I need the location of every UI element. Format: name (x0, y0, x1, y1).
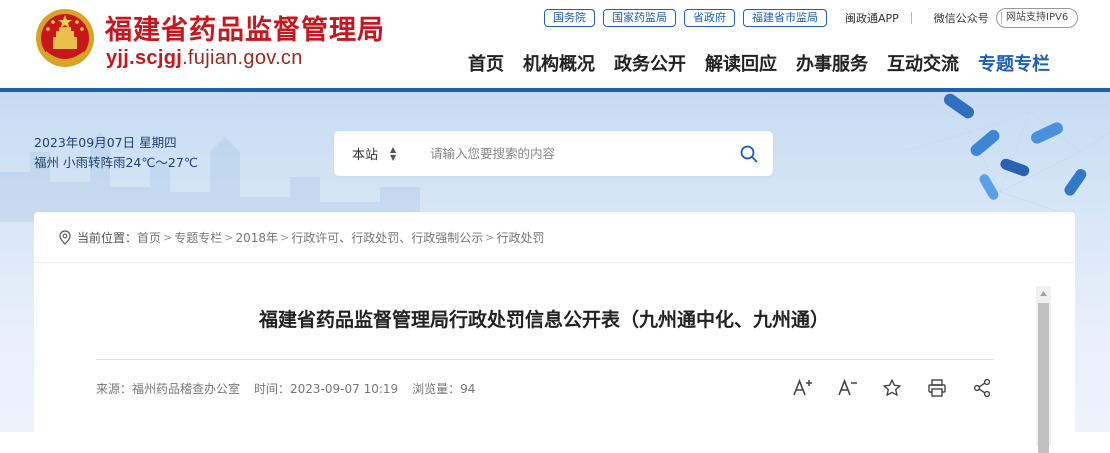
breadcrumb-separator: > (485, 231, 495, 244)
favorite-button[interactable] (882, 376, 927, 400)
search-bar: 本站 ▲ ▼ (334, 131, 773, 176)
app-label: 闽政通APP (845, 12, 899, 25)
location-pin-icon (59, 230, 71, 245)
breadcrumb-divider (34, 262, 1075, 263)
medicine-capsules-decoration (899, 92, 1110, 213)
scrollbar-thumb[interactable] (1038, 303, 1049, 453)
scroll-up-icon[interactable] (1036, 286, 1051, 300)
breadcrumb-separator: > (224, 231, 234, 244)
link-nmpa[interactable]: 国家药监局 (603, 9, 676, 27)
breadcrumb-home[interactable]: 首页 (137, 229, 161, 246)
link-provincial-gov[interactable]: 省政府 (684, 9, 735, 27)
nav-special-topics[interactable]: 专题专栏 (978, 50, 1050, 76)
font-increase-button[interactable] (792, 376, 837, 400)
font-decrease-icon (838, 378, 857, 396)
site-domain: yjj.scjgj.fujian.gov.cn (106, 47, 303, 70)
article-views: 浏览量：94 (412, 382, 476, 396)
date-text: 2023年09月07日 星期四 (34, 135, 177, 150)
site-header: 福建省药品监督管理局 yjj.scjgj.fujian.gov.cn 国务院 国… (0, 0, 1110, 88)
app-link[interactable]: 闽政通APP (845, 10, 912, 26)
article-time: 时间：2023-09-07 10:19 (254, 382, 399, 396)
font-decrease-button[interactable] (837, 376, 882, 400)
search-scope-select[interactable]: 本站 ▲ ▼ (334, 144, 418, 163)
nav-interpretation[interactable]: 解读回应 (705, 50, 777, 76)
search-button[interactable] (729, 131, 769, 176)
article-source: 来源：福州药品稽查办公室 (96, 382, 241, 396)
link-state-council[interactable]: 国务院 (544, 9, 595, 27)
breadcrumb-separator: > (280, 231, 290, 244)
link-market-supervision[interactable]: 福建省市监局 (743, 9, 827, 27)
star-icon (883, 379, 901, 396)
breadcrumb-separator: > (163, 231, 173, 244)
title-divider (96, 359, 994, 360)
main-nav: 首页 机构概况 政务公开 解读回应 办事服务 互动交流 专题专栏 (468, 50, 1050, 76)
breadcrumb-admin-disclosure[interactable]: 行政许可、行政处罚、行政强制公示 (291, 229, 483, 246)
print-button[interactable] (927, 376, 972, 400)
site-name[interactable]: 福建省药品监督管理局 (105, 8, 385, 47)
ipv6-badge: 网站支持IPV6 (996, 8, 1079, 28)
scrollbar[interactable] (1036, 286, 1051, 453)
article-card: 当前位置： 首页 > 专题专栏 > 2018年 > 行政许可、行政处罚、行政强制… (34, 212, 1075, 453)
nav-home[interactable]: 首页 (468, 50, 504, 76)
nav-interaction[interactable]: 互动交流 (887, 50, 959, 76)
article-meta: 来源：福州药品稽查办公室 时间：2023-09-07 10:19 浏览量：94 (96, 380, 489, 397)
weather-text: 福州 小雨转阵雨24℃～27℃ (34, 155, 198, 170)
date-weather: 2023年09月07日 星期四 福州 小雨转阵雨24℃～27℃ (34, 133, 198, 173)
national-emblem-icon[interactable] (34, 7, 96, 73)
breadcrumb-2018[interactable]: 2018年 (235, 229, 278, 246)
printer-icon (928, 379, 946, 397)
article-tools (792, 376, 1017, 400)
breadcrumb-admin-penalty[interactable]: 行政处罚 (496, 229, 544, 246)
search-scope-label: 本站 (352, 148, 379, 163)
article-title: 福建省药品监督管理局行政处罚信息公开表（九州通中化、九州通） (258, 309, 829, 331)
top-links: 国务院 国家药监局 省政府 福建省市监局 闽政通APP 微信公众号 (544, 9, 1014, 27)
share-icon (973, 378, 991, 398)
breadcrumb: 当前位置： 首页 > 专题专栏 > 2018年 > 行政许可、行政处罚、行政强制… (58, 229, 545, 246)
wechat-label: 微信公众号 (933, 12, 989, 25)
nav-organization[interactable]: 机构概况 (523, 50, 595, 76)
search-icon (740, 145, 758, 162)
share-button[interactable] (972, 376, 1017, 400)
divider (910, 12, 912, 24)
wechat-link[interactable]: 微信公众号 (934, 10, 1002, 26)
breadcrumb-label: 当前位置： (77, 231, 138, 245)
domain-prefix: yjj.scjgj (106, 47, 183, 69)
search-input[interactable] (418, 146, 729, 161)
domain-suffix: .fujian.gov.cn (182, 47, 303, 69)
up-down-arrow-icon: ▲ ▼ (390, 144, 397, 162)
breadcrumb-special-topics[interactable]: 专题专栏 (174, 229, 222, 246)
nav-services[interactable]: 办事服务 (796, 50, 868, 76)
nav-government-affairs[interactable]: 政务公开 (614, 50, 686, 76)
font-increase-icon (793, 378, 812, 396)
